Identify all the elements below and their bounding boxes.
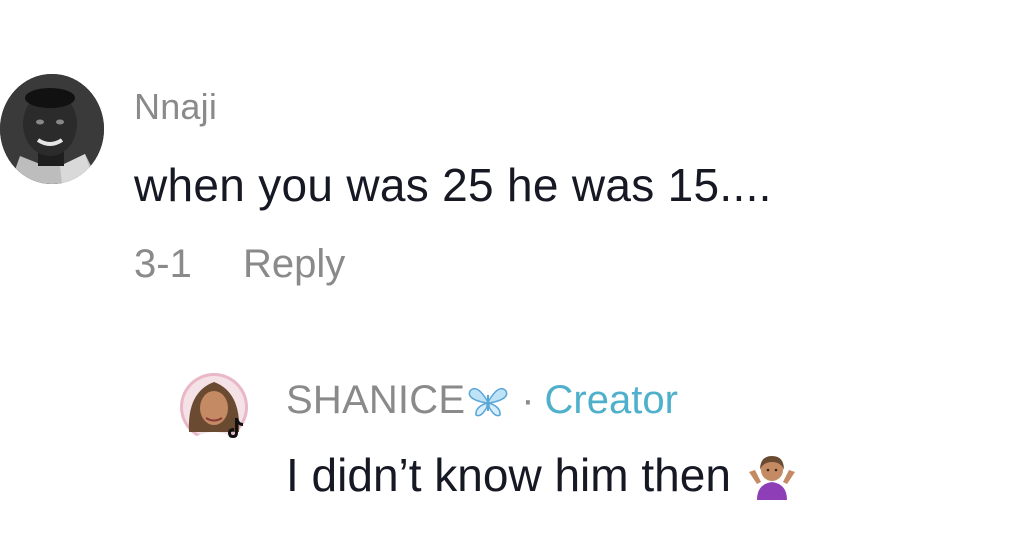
butterfly-icon (467, 384, 509, 418)
comment-meta: 3-1 Reply (134, 242, 345, 287)
reply-text: I didn’t know him then (286, 448, 799, 502)
comment-date: 3-1 (134, 242, 192, 286)
separator: · (521, 378, 535, 422)
comments-panel: Nnaji when you was 25 he was 15.... 3-1 … (0, 0, 1024, 540)
reply-text-content: I didn’t know him then (286, 449, 731, 501)
reply-user-row: SHANICE · Creator (286, 378, 678, 423)
comment-text: when you was 25 he was 15.... (134, 159, 772, 211)
reply-button[interactable]: Reply (243, 242, 345, 286)
person-shrugging-icon (745, 450, 799, 500)
creator-badge: Creator (544, 378, 678, 422)
reply-username[interactable]: SHANICE (286, 378, 465, 423)
comment-username[interactable]: Nnaji (134, 86, 217, 128)
avatar[interactable] (0, 74, 104, 184)
avatar[interactable] (179, 372, 249, 442)
